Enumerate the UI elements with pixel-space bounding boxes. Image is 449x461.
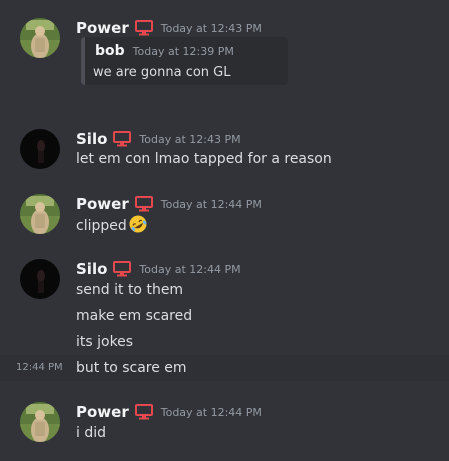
message-timestamp[interactable]: Today at 12:44 PM (139, 263, 240, 276)
avatar-image-power (20, 194, 60, 234)
message-header: Power Today at 12:44 PM (76, 194, 262, 214)
message-timestamp[interactable]: Today at 12:43 PM (139, 133, 240, 146)
rolling-on-floor-laughing-emoji[interactable] (128, 214, 148, 234)
avatar[interactable] (20, 402, 60, 442)
quote-username[interactable]: bob (95, 43, 125, 59)
message-timestamp[interactable]: Today at 12:44 PM (161, 198, 262, 211)
quote-timestamp: Today at 12:39 PM (132, 44, 234, 58)
message-header: Silo Today at 12:43 PM (76, 129, 241, 149)
avatar-image-silo (20, 259, 60, 299)
avatar-image-power (20, 18, 60, 58)
avatar[interactable] (20, 18, 60, 58)
message-text: i did (76, 425, 107, 441)
monitor-icon (134, 404, 153, 420)
username[interactable]: Silo (76, 260, 107, 278)
monitor-icon (113, 261, 132, 277)
quote-text: we are gonna con GL (93, 65, 231, 80)
message-text: let em con lmao tapped for a reason (76, 151, 332, 167)
monitor-icon (134, 196, 153, 212)
username[interactable]: Power (76, 403, 129, 421)
avatar[interactable] (20, 259, 60, 299)
avatar[interactable] (20, 129, 60, 169)
message-text: make em scared (76, 308, 193, 324)
username[interactable]: Power (76, 19, 129, 37)
message-header: Power Today at 12:44 PM (76, 402, 262, 422)
hover-timestamp[interactable]: 12:44 PM (16, 355, 63, 381)
message-timestamp[interactable]: Today at 12:44 PM (161, 406, 262, 419)
chat-message-list: Power Today at 12:43 PM bob Today at 12:… (0, 0, 449, 461)
username[interactable]: Silo (76, 130, 107, 148)
avatar-image-power (20, 402, 60, 442)
message-text: its jokes (76, 334, 134, 350)
message-text: clipped (76, 214, 148, 236)
hovered-message-row[interactable]: 12:44 PM but to scare em (0, 355, 449, 381)
username[interactable]: Power (76, 195, 129, 213)
avatar-image-silo (20, 129, 60, 169)
monitor-icon (134, 20, 153, 36)
message-header: Power Today at 12:43 PM (76, 18, 262, 38)
message-header: Silo Today at 12:44 PM (76, 259, 241, 279)
message-text: but to scare em (76, 360, 187, 376)
message-text-content: clipped (76, 218, 127, 234)
message-text: send it to them (76, 282, 184, 298)
avatar[interactable] (20, 194, 60, 234)
monitor-icon (113, 131, 132, 147)
message-timestamp[interactable]: Today at 12:43 PM (161, 22, 262, 35)
quote-header: bob Today at 12:39 PM (95, 43, 234, 59)
reply-quote[interactable]: bob Today at 12:39 PM we are gonna con G… (81, 37, 288, 85)
